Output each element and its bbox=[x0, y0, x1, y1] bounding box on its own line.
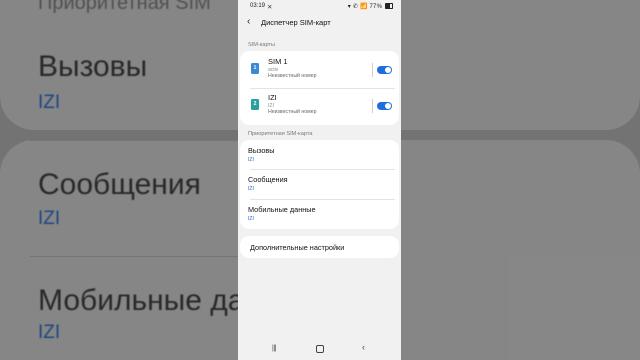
sim-card-name: IZI bbox=[268, 93, 277, 102]
sim2-toggle[interactable] bbox=[377, 102, 392, 110]
page-title: Диспетчер SIM-карт bbox=[261, 18, 331, 27]
priority-sim-card: Вызовы IZI Сообщения IZI Мобильные данны… bbox=[240, 140, 399, 229]
sim-card-icon: 1 bbox=[251, 63, 259, 74]
priority-section-label: Приоритетная SIM-карта bbox=[248, 131, 313, 137]
no-signal-icon: ✕ bbox=[267, 3, 273, 11]
sim-card-row-2[interactable]: 2 IZI IZI Неизвестный номер bbox=[240, 89, 399, 124]
vertical-divider bbox=[372, 63, 373, 77]
priority-mobile-data-item[interactable]: Мобильные данные IZI bbox=[240, 199, 399, 229]
toggle-knob bbox=[385, 103, 391, 109]
sim-card-icon: 2 bbox=[251, 99, 259, 110]
status-bar: 03:19 ✕ ▾ ✆ 📶 77% bbox=[238, 0, 401, 13]
phone-screen: 03:19 ✕ ▾ ✆ 📶 77% ‹ Диспетчер SIM-карт S… bbox=[238, 0, 401, 360]
back-arrow-icon[interactable]: ‹ bbox=[247, 16, 250, 27]
more-settings-card[interactable]: Дополнительные настройки bbox=[240, 236, 399, 258]
home-icon[interactable] bbox=[316, 345, 324, 353]
status-time: 03:19 bbox=[250, 3, 266, 9]
priority-item-label: Мобильные данные bbox=[248, 205, 316, 214]
priority-item-label: Вызовы bbox=[248, 146, 275, 155]
priority-item-label: Сообщения bbox=[248, 175, 288, 184]
more-settings-label: Дополнительные настройки bbox=[250, 243, 345, 252]
navigation-bar: ||| ‹ bbox=[238, 338, 401, 360]
priority-item-value: IZI bbox=[248, 216, 254, 222]
status-icons: ▾ ✆ 📶 77% bbox=[348, 3, 393, 10]
sim-card-row-1[interactable]: 1 SIM 1 activ Неизвестный номер bbox=[240, 53, 399, 88]
sim-card-name: SIM 1 bbox=[268, 57, 288, 66]
status-icons-text: ▾ ✆ 📶 77% bbox=[347, 4, 383, 11]
sim-cards-card: 1 SIM 1 activ Неизвестный номер 2 IZI IZ… bbox=[240, 51, 399, 125]
toggle-knob bbox=[385, 67, 391, 73]
priority-item-value: IZI bbox=[248, 157, 254, 163]
back-icon[interactable]: ‹ bbox=[362, 342, 365, 352]
sim-card-number: Неизвестный номер bbox=[268, 109, 317, 115]
priority-messages-item[interactable]: Сообщения IZI bbox=[240, 169, 399, 199]
sim-section-label: SIM-карты bbox=[248, 42, 276, 48]
sim-card-number: Неизвестный номер bbox=[268, 73, 317, 79]
priority-calls-item[interactable]: Вызовы IZI bbox=[240, 140, 399, 170]
recent-apps-icon[interactable]: ||| bbox=[272, 345, 276, 352]
battery-icon bbox=[385, 3, 393, 9]
vertical-divider bbox=[372, 99, 373, 113]
sim1-toggle[interactable] bbox=[377, 66, 392, 74]
app-bar: ‹ Диспетчер SIM-карт bbox=[238, 13, 401, 33]
priority-item-value: IZI bbox=[248, 186, 254, 192]
